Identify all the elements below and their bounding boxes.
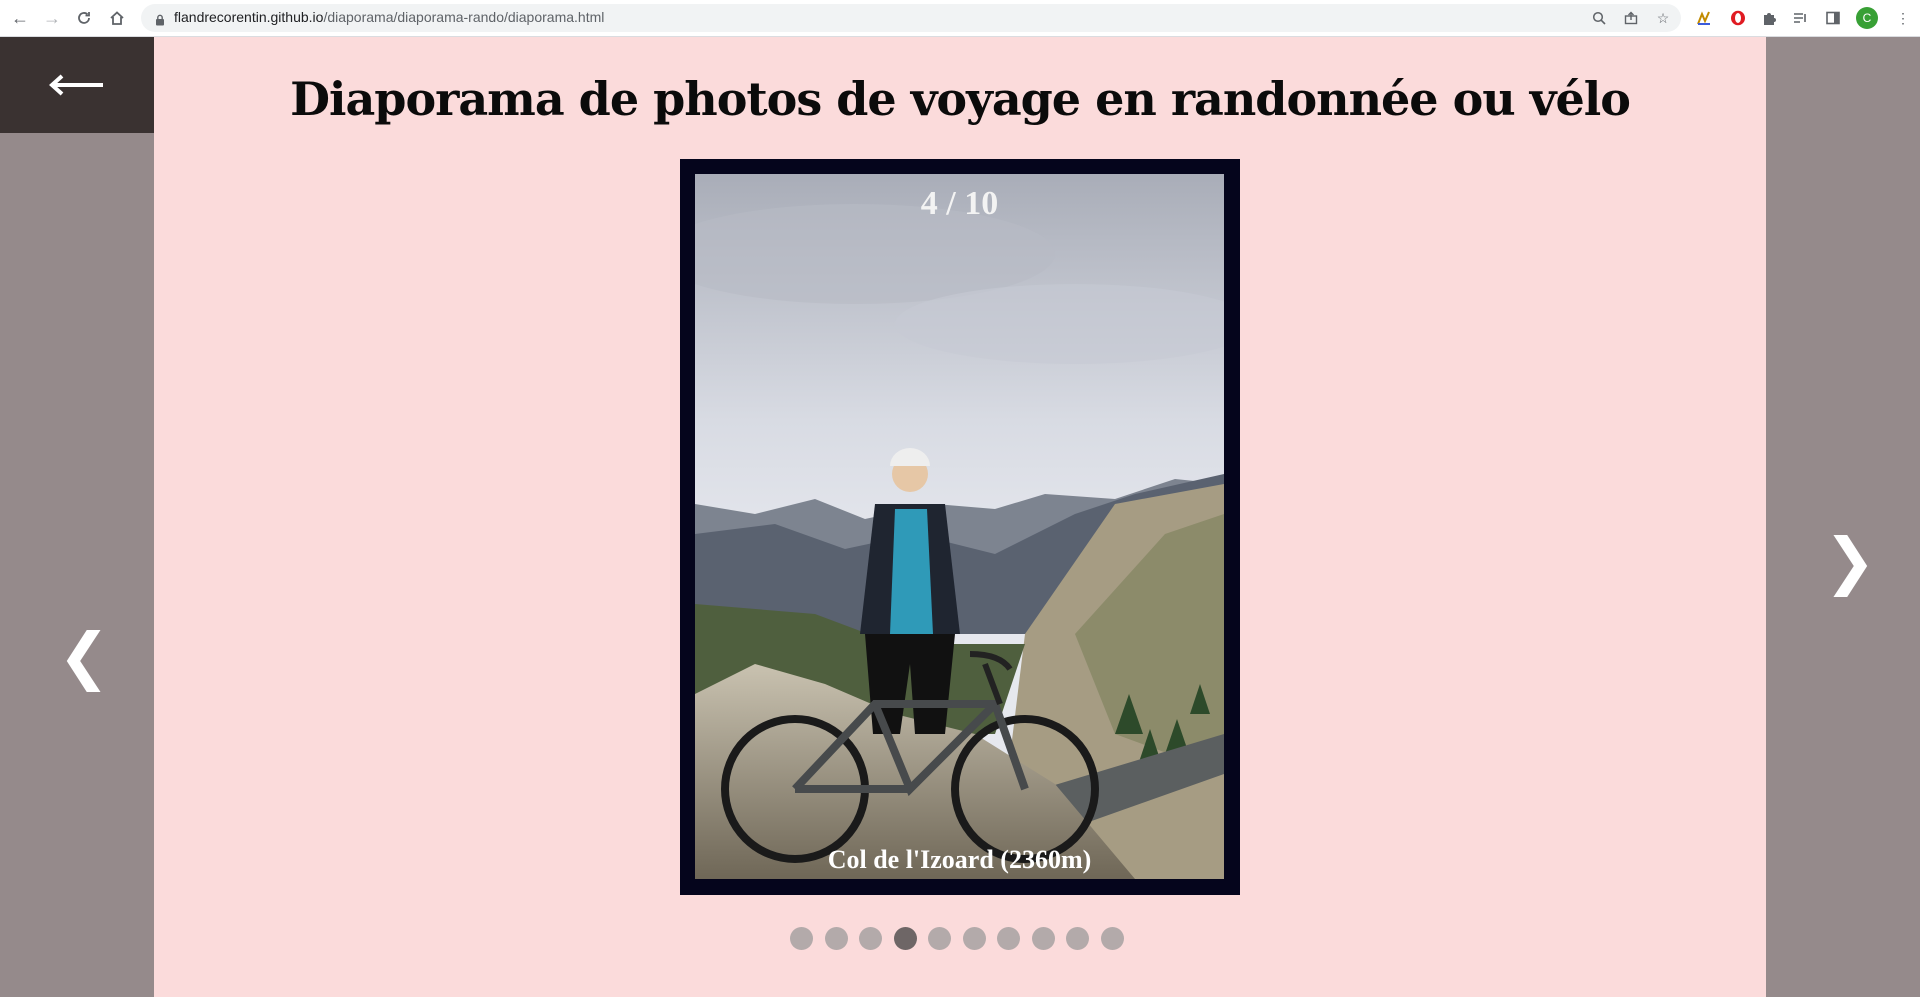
slide-dot-7[interactable] — [997, 927, 1020, 950]
home-icon[interactable] — [105, 6, 129, 30]
slide-caption: Col de l'Izoard (2360m) — [827, 845, 1092, 874]
slide-dot-5[interactable] — [928, 927, 951, 950]
slide-dots — [790, 927, 1124, 951]
slide-dot-9[interactable] — [1066, 927, 1089, 950]
url-host: flandrecorentin.github.io — [174, 9, 324, 25]
slide-dot-10[interactable] — [1100, 927, 1124, 950]
extensions-puzzle-icon[interactable] — [1758, 7, 1780, 29]
next-slide-button[interactable]: ❯ — [1824, 530, 1876, 592]
extension-chart-icon[interactable] — [1693, 7, 1715, 29]
slide-dot-8[interactable] — [1031, 927, 1055, 950]
slide-dot-2[interactable] — [824, 927, 848, 950]
slide-photo — [695, 174, 1224, 879]
slide-dot-6[interactable] — [962, 927, 986, 950]
address-bar[interactable]: flandrecorentin.github.io/diaporama/diap… — [141, 4, 1681, 32]
left-side-bar — [0, 37, 154, 997]
right-side-bar — [1766, 37, 1920, 997]
page-title: Diaporama de photos de voyage en randonn… — [290, 72, 1631, 126]
reload-icon[interactable] — [72, 6, 96, 30]
browser-forward-icon[interactable]: → — [40, 6, 64, 30]
more-menu-icon[interactable]: ⋮ — [1892, 7, 1914, 29]
reading-list-icon[interactable] — [1789, 7, 1811, 29]
bookmark-star-icon[interactable]: ☆ — [1654, 9, 1672, 27]
slide-dot-1[interactable] — [790, 927, 813, 950]
slide-dot-4[interactable] — [893, 927, 917, 950]
slide-counter: 4 / 10 — [920, 185, 999, 222]
slide-dot-3[interactable] — [859, 927, 882, 950]
lock-icon — [155, 13, 165, 31]
arrow-left-icon — [49, 74, 103, 96]
browser-toolbar: ← → flandrecorentin.github.io/diaporama/… — [0, 0, 1920, 37]
side-panel-icon[interactable] — [1822, 7, 1844, 29]
share-icon[interactable] — [1622, 9, 1640, 27]
url-path: /diaporama/diaporama-rando/diaporama.htm… — [323, 9, 605, 25]
back-button[interactable] — [0, 37, 154, 133]
zoom-icon[interactable] — [1590, 9, 1608, 27]
previous-slide-button[interactable]: ❮ — [58, 625, 110, 687]
extension-opera-icon[interactable] — [1727, 7, 1749, 29]
profile-avatar[interactable]: C — [1856, 7, 1878, 29]
url-text: flandrecorentin.github.io/diaporama/diap… — [174, 9, 604, 25]
browser-back-icon[interactable]: ← — [8, 6, 32, 30]
